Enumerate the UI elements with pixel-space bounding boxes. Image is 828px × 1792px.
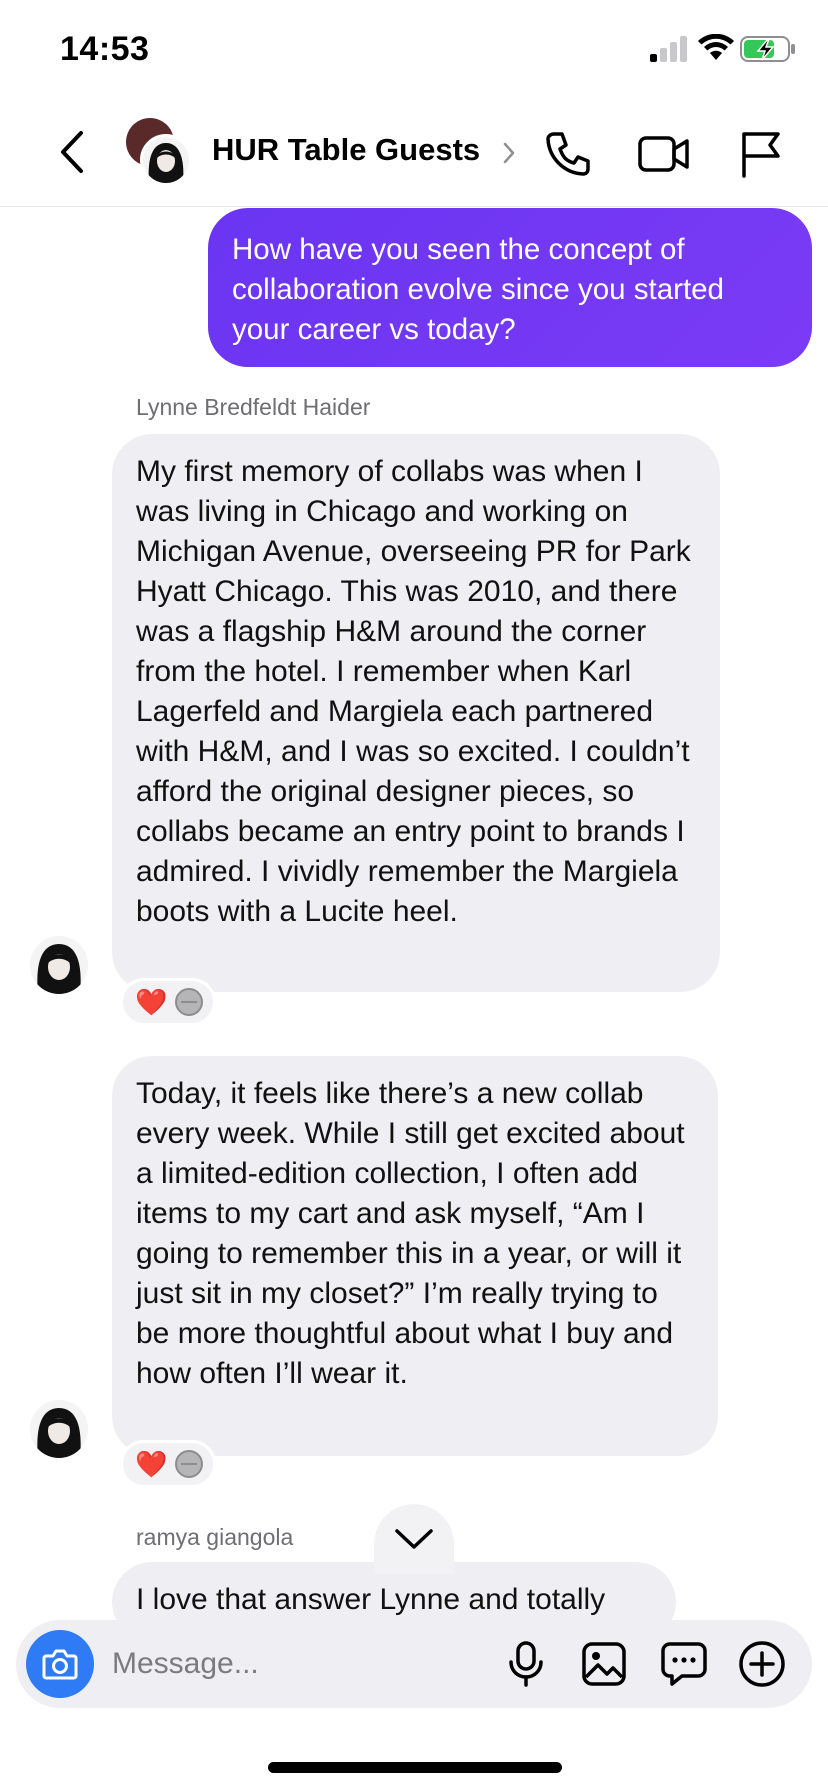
chevron-left-icon <box>61 131 83 173</box>
message-composer <box>16 1620 812 1708</box>
plus-circle-icon <box>739 1641 785 1687</box>
sticker-button[interactable] <box>654 1634 714 1694</box>
chat-header: HUR Table Guests <box>0 100 828 207</box>
scroll-to-bottom-button[interactable] <box>374 1504 454 1574</box>
avatar[interactable] <box>30 936 88 994</box>
phone-icon <box>546 132 590 176</box>
message-reactions[interactable]: ❤️ <box>120 1440 216 1488</box>
heart-reaction: ❤️ <box>135 987 168 1017</box>
avatar[interactable] <box>30 1400 88 1458</box>
status-time: 14:53 <box>60 30 150 68</box>
incoming-message-bubble[interactable]: My first memory of collabs was when I wa… <box>112 434 720 992</box>
call-button[interactable] <box>540 126 596 182</box>
microphone-icon <box>509 1641 543 1687</box>
chevron-down-icon <box>395 1529 433 1549</box>
flag-icon <box>742 132 780 178</box>
voice-message-button[interactable] <box>496 1634 556 1694</box>
cellular-signal-icon <box>650 36 687 62</box>
image-icon <box>582 1642 626 1686</box>
neutral-face-icon <box>175 988 204 1016</box>
neutral-face-icon <box>175 1450 204 1478</box>
message-reactions[interactable]: ❤️ <box>120 978 216 1026</box>
outgoing-message-bubble[interactable]: How have you seen the concept of collabo… <box>208 208 812 367</box>
add-button[interactable] <box>732 1634 792 1694</box>
gallery-button[interactable] <box>574 1634 634 1694</box>
chat-bubble-icon <box>661 1642 707 1686</box>
chat-title[interactable]: HUR Table Guests <box>212 132 480 168</box>
status-bar: 14:53 <box>0 0 828 100</box>
group-avatar[interactable] <box>126 118 196 188</box>
wifi-icon <box>698 34 734 60</box>
message-input[interactable] <box>112 1642 472 1686</box>
chevron-right-icon[interactable] <box>500 140 518 166</box>
incoming-message-bubble[interactable]: Today, it feels like there’s a new colla… <box>112 1056 718 1456</box>
battery-charging-icon <box>740 36 795 62</box>
camera-button[interactable] <box>26 1630 94 1698</box>
video-call-button[interactable] <box>636 126 692 182</box>
camera-icon <box>42 1649 78 1680</box>
sender-name: Lynne Bredfeldt Haider <box>136 394 371 420</box>
home-indicator[interactable] <box>268 1762 562 1773</box>
report-button[interactable] <box>732 126 788 182</box>
avatar <box>140 134 192 186</box>
video-camera-icon <box>638 136 689 172</box>
sender-name: ramya giangola <box>136 1524 294 1550</box>
back-button[interactable] <box>48 126 96 178</box>
heart-reaction: ❤️ <box>135 1449 168 1479</box>
